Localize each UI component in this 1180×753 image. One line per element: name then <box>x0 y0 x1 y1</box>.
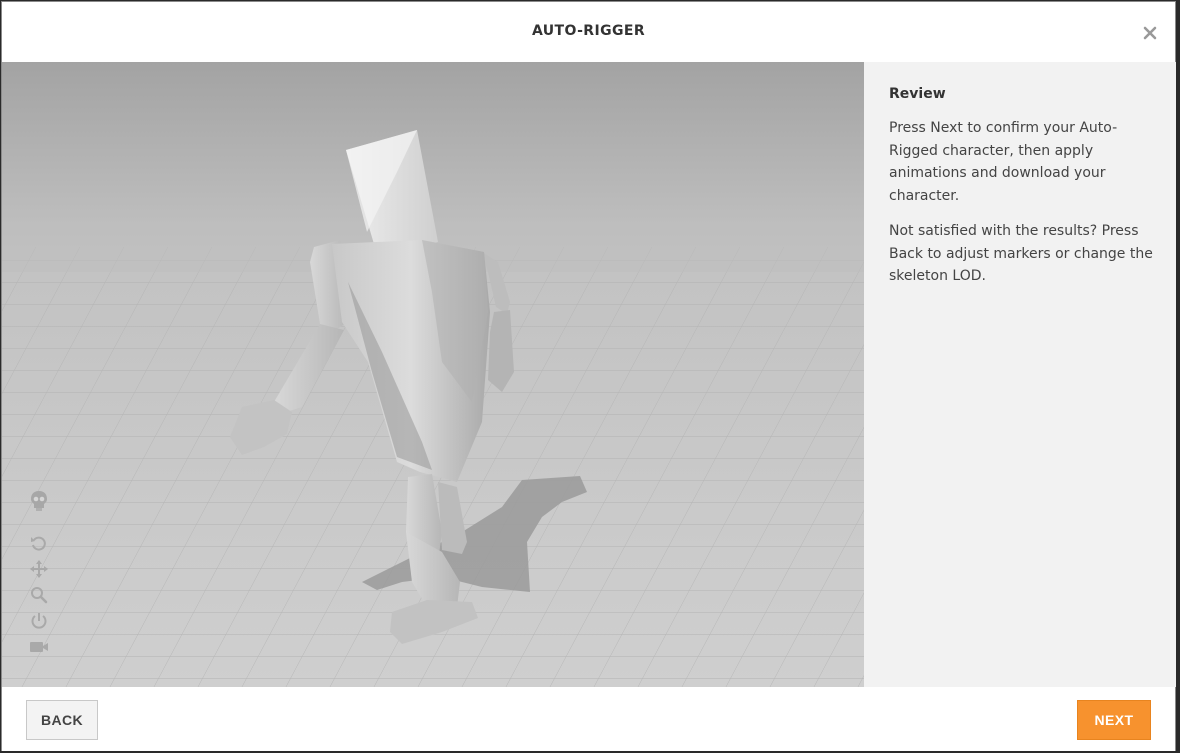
undo-icon <box>31 536 46 551</box>
camera-button[interactable] <box>26 636 52 658</box>
move-icon <box>30 560 48 578</box>
skeleton-icon <box>31 491 47 511</box>
reset-view-button[interactable] <box>26 532 52 554</box>
camera-icon <box>30 642 48 652</box>
review-instructions: Press Next to confirm your Auto-Rigged c… <box>889 120 1118 204</box>
next-button[interactable]: NEXT <box>1077 700 1151 740</box>
pan-button[interactable] <box>26 558 52 580</box>
zoom-icon <box>31 587 48 604</box>
close-icon <box>1143 26 1157 40</box>
skeleton-toggle[interactable] <box>26 490 52 512</box>
power-icon <box>31 613 47 629</box>
character-preview <box>2 62 864 687</box>
review-help-text: Not satisfied with the results? Press Ba… <box>889 223 1153 284</box>
3d-viewport[interactable] <box>2 62 864 687</box>
review-panel: Review Press Next to confirm your Auto-R… <box>864 62 1176 687</box>
power-button[interactable] <box>26 610 52 632</box>
panel-heading: Review <box>889 86 946 102</box>
dialog-header: AUTO-RIGGER <box>2 2 1175 62</box>
zoom-button[interactable] <box>26 584 52 606</box>
dialog-title: AUTO-RIGGER <box>531 23 645 39</box>
close-button[interactable] <box>1139 22 1161 44</box>
dialog-footer: BACK NEXT <box>2 687 1175 751</box>
back-button[interactable]: BACK <box>26 700 98 740</box>
auto-rigger-dialog: AUTO-RIGGER Review Press Next to confirm… <box>1 1 1176 751</box>
